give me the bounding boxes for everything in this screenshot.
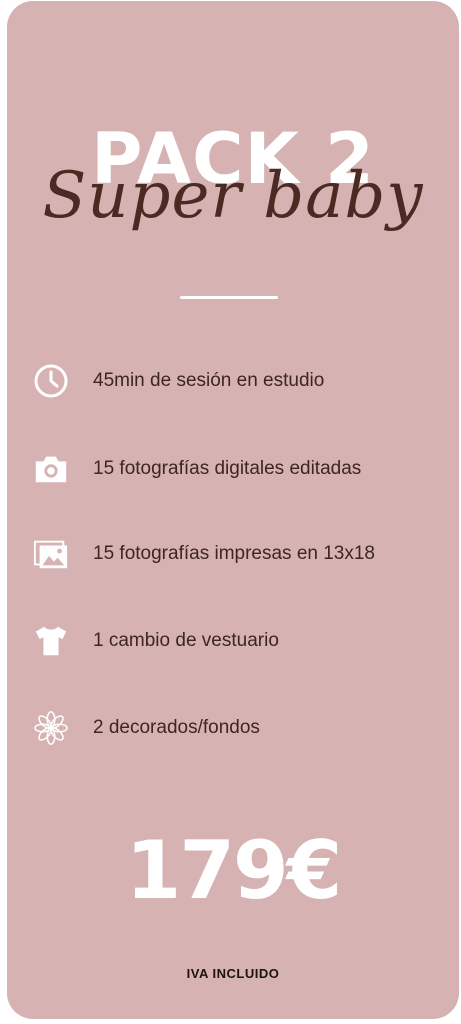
feature-label: 1 cambio de vestuario xyxy=(93,630,279,651)
feature-item-backdrops: 2 decorados/fondos xyxy=(33,708,453,748)
price: 179€ xyxy=(125,824,343,917)
feature-label: 15 fotografías digitales editadas xyxy=(93,458,362,479)
clock-icon xyxy=(33,363,69,399)
feature-label: 45min de sesión en estudio xyxy=(93,370,325,391)
tax-note: IVA INCLUIDO xyxy=(186,966,280,981)
feature-item-digital-photos: 15 fotografías digitales editadas xyxy=(33,449,453,489)
flower-icon xyxy=(33,710,69,746)
feature-label: 15 fotografías impresas en 13x18 xyxy=(93,543,376,564)
photos-icon xyxy=(33,536,69,572)
feature-item-session: 45min de sesión en estudio xyxy=(33,361,453,401)
pricing-card: PACK 2 Super baby 45min de sesión en est… xyxy=(7,1,459,1019)
feature-item-wardrobe: 1 cambio de vestuario xyxy=(33,621,453,661)
pack-subtitle: Super baby xyxy=(42,159,424,233)
divider xyxy=(180,296,278,299)
tshirt-icon xyxy=(33,623,69,659)
camera-icon xyxy=(33,451,69,487)
feature-label: 2 decorados/fondos xyxy=(93,717,260,738)
feature-item-printed-photos: 15 fotografías impresas en 13x18 xyxy=(33,534,453,574)
